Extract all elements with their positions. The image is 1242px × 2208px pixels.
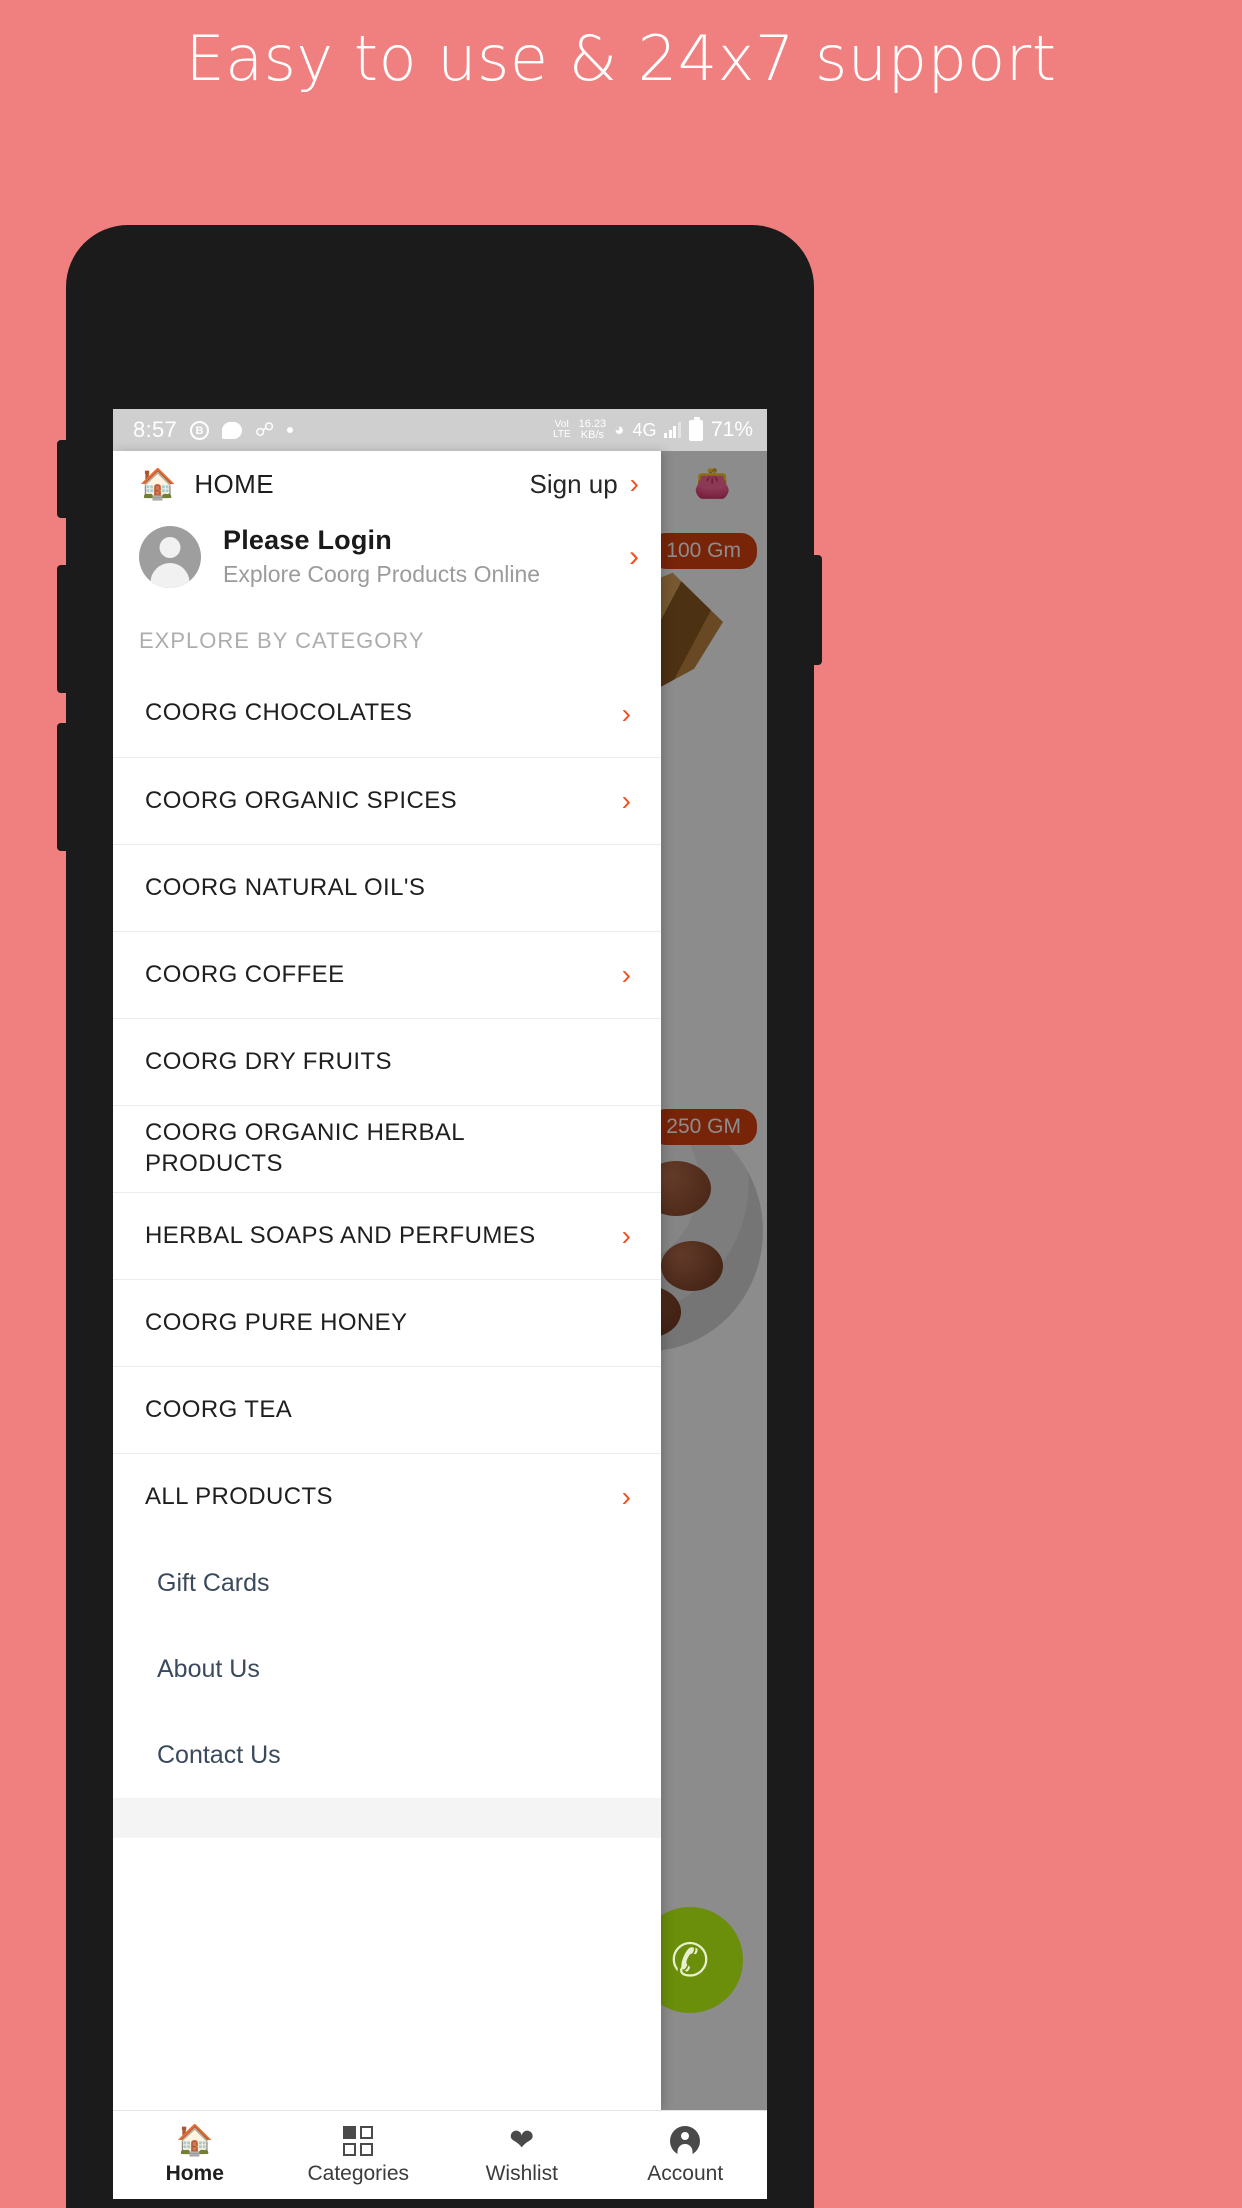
chevron-right-icon[interactable]: › [630, 468, 639, 500]
drawer-footer-spacer [113, 1798, 661, 1838]
drawer-link-contact-us[interactable]: Contact Us [113, 1712, 661, 1798]
signal-bars-icon [664, 422, 681, 438]
promo-headline: Easy to use & 24x7 support [185, 22, 1057, 95]
battery-icon [688, 416, 703, 441]
gmail-icon: ☍ [255, 419, 275, 441]
network-type-label: 4G [632, 419, 657, 440]
drawer-link-gift-cards[interactable]: Gift Cards [113, 1540, 661, 1626]
category-item-all-products[interactable]: ALL PRODUCTS › [113, 1453, 661, 1540]
category-item-coorg-organic-herbal-products[interactable]: COORG ORGANIC HERBAL PRODUCTS › [113, 1105, 661, 1192]
category-label: COORG NATURAL OIL'S [145, 873, 426, 901]
category-label: COORG CHOCOLATES [145, 699, 413, 727]
chevron-right-icon[interactable]: › [622, 1220, 631, 1252]
category-label: ALL PRODUCTS [145, 1482, 333, 1510]
volte-icon: VoI LTE [553, 419, 571, 440]
login-text-block: Please Login Explore Coorg Products Onli… [223, 525, 629, 588]
bottom-nav-label: Wishlist [485, 2161, 558, 2185]
grid-icon [343, 2125, 374, 2157]
phone-device-frame: 8:57 B ☍ VoI LTE 16.23 KB/s ◕ 4G 71% 👛 1… [57, 225, 822, 2208]
bottom-navigation-bar: 🏠 Home Categories ❤ Wishlist Account [113, 2110, 767, 2199]
category-list: COORG CHOCOLATES › COORG ORGANIC SPICES … [113, 670, 661, 1540]
bottom-nav-label: Categories [307, 2161, 410, 2185]
category-label: COORG PURE HONEY [145, 1308, 408, 1336]
bottom-nav-item-categories[interactable]: Categories [277, 2111, 441, 2199]
status-bar-left: 8:57 B ☍ [133, 417, 553, 443]
category-label: COORG TEA [145, 1395, 293, 1423]
chat-bubble-icon [222, 421, 243, 439]
bottom-nav-item-wishlist[interactable]: ❤ Wishlist [440, 2111, 604, 2199]
user-avatar-icon [139, 525, 201, 588]
category-item-coorg-dry-fruits[interactable]: COORG DRY FRUITS › [113, 1018, 661, 1105]
category-label: HERBAL SOAPS AND PERFUMES [145, 1221, 536, 1249]
category-label: COORG DRY FRUITS [145, 1047, 392, 1075]
heart-filled-icon: ❤ [509, 2123, 535, 2157]
sign-up-button[interactable]: Sign up [529, 469, 617, 500]
category-label: COORG ORGANIC SPICES [145, 786, 458, 814]
explore-by-category-label: EXPLORE BY CATEGORY [139, 628, 425, 653]
chevron-right-icon[interactable]: › [622, 959, 631, 991]
hotspot-icon: ◕ [614, 420, 625, 439]
battery-percent-label: 71% [710, 418, 753, 441]
dot-icon [287, 427, 294, 433]
bottom-nav-item-account[interactable]: Account [604, 2111, 768, 2199]
category-item-coorg-coffee[interactable]: COORG COFFEE › [113, 931, 661, 1018]
chevron-right-icon[interactable]: › [622, 698, 631, 730]
category-item-coorg-natural-oils[interactable]: COORG NATURAL OIL'S › [113, 844, 661, 931]
data-rate-indicator: 16.23 KB/s [579, 419, 607, 441]
home-icon: 🏠 [176, 2123, 214, 2157]
navigation-drawer: 🏠 HOME Sign up › Please Login Explore Co… [113, 451, 661, 2110]
phone-button-volume-up [57, 565, 67, 693]
chevron-right-icon[interactable]: › [622, 1481, 631, 1513]
category-item-coorg-pure-honey[interactable]: COORG PURE HONEY › [113, 1279, 661, 1366]
badge-b-icon: B [190, 420, 210, 440]
bottom-nav-item-home[interactable]: 🏠 Home [113, 2111, 277, 2199]
phone-button-volume-down [57, 723, 67, 851]
login-subtitle: Explore Coorg Products Online [223, 561, 541, 587]
phone-button-power [813, 555, 822, 665]
status-bar-clock: 8:57 [133, 417, 178, 442]
data-rate-unit: KB/s [580, 429, 605, 441]
login-row[interactable]: Please Login Explore Coorg Products Onli… [113, 517, 661, 606]
category-item-herbal-soaps-and-perfumes[interactable]: HERBAL SOAPS AND PERFUMES › [113, 1192, 661, 1279]
bottom-nav-label: Account [647, 2161, 724, 2185]
drawer-header: 🏠 HOME Sign up › [113, 451, 661, 517]
drawer-home-title: HOME [194, 468, 274, 499]
category-label: COORG ORGANIC HERBAL PRODUCTS [145, 1119, 465, 1177]
account-circle-icon [670, 2125, 701, 2157]
phone-screen: 8:57 B ☍ VoI LTE 16.23 KB/s ◕ 4G 71% 👛 1… [113, 409, 767, 2199]
home-icon: 🏠 [139, 467, 177, 501]
category-item-coorg-organic-spices[interactable]: COORG ORGANIC SPICES › [113, 757, 661, 844]
chevron-right-icon[interactable]: › [622, 785, 631, 817]
login-title: Please Login [223, 525, 392, 555]
drawer-links-list: Gift Cards About Us Contact Us [113, 1540, 661, 1798]
category-label: COORG COFFEE [145, 960, 345, 988]
chevron-right-icon[interactable]: › [629, 540, 639, 574]
bottom-nav-label: Home [165, 2161, 224, 2185]
drawer-scroll-area[interactable]: 🏠 HOME Sign up › Please Login Explore Co… [113, 451, 661, 2110]
category-item-coorg-chocolates[interactable]: COORG CHOCOLATES › [113, 670, 661, 757]
phone-button-silent [57, 440, 67, 518]
drawer-link-about-us[interactable]: About Us [113, 1626, 661, 1712]
status-bar: 8:57 B ☍ VoI LTE 16.23 KB/s ◕ 4G 71% [113, 409, 767, 451]
status-bar-right: VoI LTE 16.23 KB/s ◕ 4G 71% [553, 416, 753, 442]
category-item-coorg-tea[interactable]: COORG TEA › [113, 1366, 661, 1453]
